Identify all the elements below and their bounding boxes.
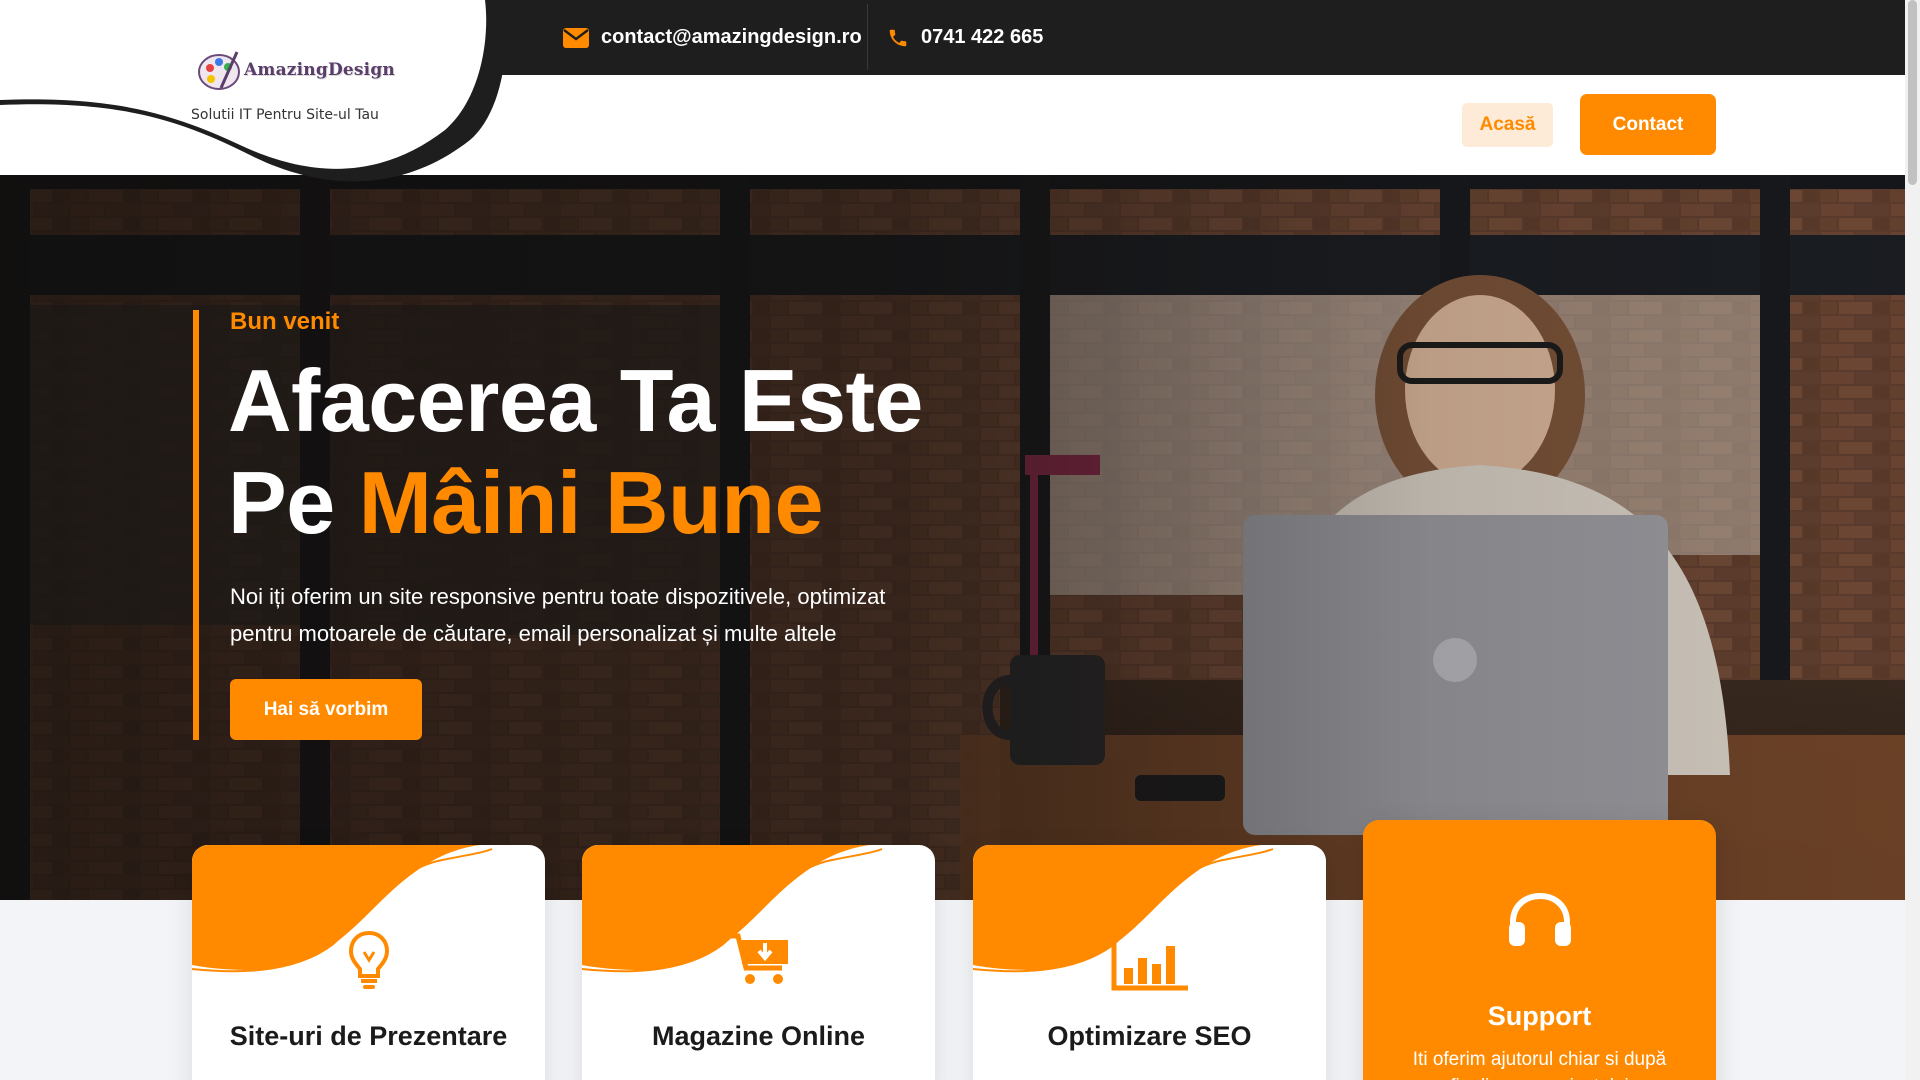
service-title: Optimizare SEO — [1047, 1021, 1252, 1051]
nav-contact-button[interactable]: Contact — [1580, 94, 1716, 155]
headset-icon — [1363, 892, 1716, 950]
lets-talk-button[interactable]: Hai să vorbim — [230, 679, 422, 740]
hero-title-line1: Afacerea Ta Este — [228, 351, 923, 450]
phone-link[interactable]: 0741 422 665 — [887, 0, 1043, 75]
service-title: Magazine Online — [651, 1021, 866, 1051]
envelope-icon — [563, 27, 589, 48]
lightbulb-icon — [192, 930, 545, 992]
email-text: contact@amazingdesign.ro — [601, 26, 862, 48]
top-divider — [867, 4, 868, 70]
bar-chart-icon — [973, 930, 1326, 992]
service-description: Iti oferim ajutorul chiar si după finali… — [1412, 1049, 1667, 1080]
hero-eyebrow: Bun venit — [230, 308, 340, 335]
hero-title-line2-prefix: Pe — [228, 453, 359, 552]
palette-logo-icon — [198, 51, 240, 90]
service-card-online-shops[interactable]: Magazine Online — [582, 845, 935, 1080]
cart-download-icon — [582, 930, 935, 988]
logo-text: AmazingDesign — [244, 60, 395, 80]
site-tagline: Solutii IT Pentru Site-ul Tau — [191, 107, 379, 123]
hero-description: Noi iți oferim un site responsive pentru… — [230, 584, 886, 646]
logo-background-shape — [0, 0, 507, 182]
nav-item-home[interactable]: Acasă — [1462, 103, 1553, 147]
hero-title: Afacerea Ta Este Pe Mâini Bune — [228, 350, 923, 554]
hero-accent-bar — [193, 310, 199, 740]
page: contact@amazingdesign.ro 0741 422 665 Ac… — [0, 0, 1920, 1080]
service-card-support[interactable]: Support Iti oferim ajutorul chiar si dup… — [1363, 820, 1716, 1080]
scrollbar-thumb[interactable] — [1908, 0, 1917, 185]
service-title: Site-uri de Prezentare — [229, 1021, 508, 1051]
site-logo[interactable]: AmazingDesign — [197, 48, 395, 92]
phone-text: 0741 422 665 — [921, 26, 1044, 48]
email-link[interactable]: contact@amazingdesign.ro — [563, 0, 862, 75]
service-card-presentation[interactable]: Site-uri de Prezentare — [192, 845, 545, 1080]
service-card-seo[interactable]: Optimizare SEO — [973, 845, 1326, 1080]
hero-title-highlight: Mâini Bune — [358, 453, 824, 552]
service-title: Support — [1487, 1001, 1592, 1031]
phone-icon — [889, 29, 907, 46]
